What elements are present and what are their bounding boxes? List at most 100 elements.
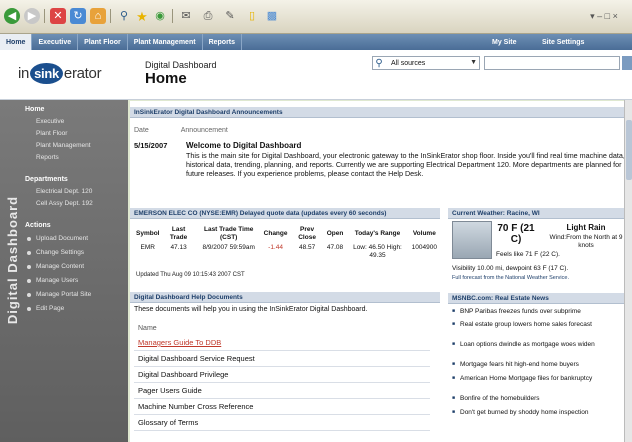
logo-text-pre: in: [18, 65, 30, 82]
site-settings-link[interactable]: Site Settings: [542, 34, 584, 50]
search-scope-value: All sources: [391, 59, 426, 67]
sidebar-group-home[interactable]: Home: [25, 106, 44, 113]
weather-temperature: 70 F (21 C): [497, 223, 535, 245]
table-cell: 47.08: [326, 244, 344, 251]
logo-text-post: erator: [63, 65, 102, 82]
insinkerator-logo[interactable]: in sink erator: [18, 63, 102, 84]
weather-wind: Wind:From the North at 9 knots: [549, 234, 623, 249]
column-header: Volume: [412, 230, 436, 237]
search-scope-select[interactable]: All sources ▼: [372, 56, 480, 70]
table-cell: 8/9/2007 59:59am: [202, 244, 255, 251]
sidebar-item-change-settings[interactable]: Change Settings: [36, 249, 84, 256]
document-link[interactable]: Managers Guide To DDB: [134, 335, 430, 351]
search-icon[interactable]: ⚲: [116, 8, 132, 24]
logo-text-mid: sink: [30, 63, 63, 84]
sidebar: Digital Dashboard Home Executive Plant F…: [0, 100, 128, 442]
weather-header[interactable]: Current Weather: Racine, WI: [448, 208, 626, 219]
news-link[interactable]: Loan options dwindle as mortgage woes wi…: [452, 341, 630, 349]
bullet-icon: [27, 279, 31, 283]
window-controls[interactable]: ▾ – □ ×: [580, 8, 628, 24]
sidebar-item-executive[interactable]: Executive: [36, 118, 64, 125]
sidebar-group-departments[interactable]: Departments: [25, 176, 68, 183]
my-site-link[interactable]: My Site: [492, 34, 517, 50]
folder-icon[interactable]: ▯: [244, 8, 260, 24]
messenger-icon[interactable]: ▩: [264, 8, 280, 24]
nav-tab-plant-management[interactable]: Plant Management: [128, 34, 203, 50]
search-input[interactable]: [484, 56, 620, 70]
page-header: in sink erator Digital Dashboard Home All …: [0, 50, 632, 100]
magnifier-icon: ⚲: [375, 57, 383, 69]
nav-tab-home[interactable]: Home: [0, 34, 33, 50]
chevron-down-icon: ▼: [470, 59, 477, 66]
sidebar-vertical-title: Digital Dashboard: [5, 195, 20, 325]
nav-tab-plant-floor[interactable]: Plant Floor: [78, 34, 128, 50]
bullet-icon: [27, 293, 31, 297]
sidebar-item-upload-document[interactable]: Upload Document: [36, 235, 88, 242]
mail-icon[interactable]: ✉: [178, 8, 194, 24]
weather-source-link[interactable]: Full forecast from the National Weather …: [452, 275, 569, 281]
home-icon[interactable]: ⌂: [90, 8, 106, 24]
weather-condition: Light Rain: [566, 223, 606, 232]
stock-quote-header[interactable]: EMERSON ELEC CO (NYSE:EMR) Delayed quote…: [130, 208, 440, 219]
help-documents-description: These documents will help you in using t…: [134, 306, 368, 313]
sidebar-item-plant-management[interactable]: Plant Management: [36, 142, 91, 149]
document-link[interactable]: Digital Dashboard Privilege: [134, 367, 430, 383]
sidebar-item-electrical-dept[interactable]: Electrical Dept. 120: [36, 188, 92, 195]
toolbar-divider: [172, 9, 173, 23]
refresh-icon[interactable]: ↻: [70, 8, 86, 24]
quote-updated-time: Updated Thu Aug 09 10:15:43 2007 CST: [136, 272, 245, 278]
forward-icon[interactable]: ▶: [24, 8, 40, 24]
sidebar-item-manage-content[interactable]: Manage Content: [36, 263, 84, 270]
announcement-title[interactable]: Welcome to Digital Dashboard: [186, 141, 301, 150]
sidebar-group-actions: Actions: [25, 222, 51, 229]
sidebar-item-plant-floor[interactable]: Plant Floor: [36, 130, 67, 137]
document-link[interactable]: Pager Users Guide: [134, 383, 430, 399]
column-header: Last Trade Time (CST): [203, 226, 254, 241]
document-link[interactable]: Machine Number Cross Reference: [134, 399, 430, 415]
column-announcement: Announcement: [180, 127, 228, 134]
stop-icon[interactable]: ✕: [50, 8, 66, 24]
scrollbar-thumb[interactable]: [626, 120, 632, 180]
print-icon[interactable]: ⎙: [200, 8, 216, 24]
sidebar-item-cell-assy-dept[interactable]: Cell Assy Dept. 192: [36, 200, 93, 207]
bullet-icon: [27, 265, 31, 269]
sidebar-item-manage-users[interactable]: Manage Users: [36, 277, 78, 284]
vertical-scrollbar[interactable]: [624, 100, 632, 442]
news-link[interactable]: Bonfire of the homebuilders: [452, 395, 630, 403]
column-header: Change: [263, 230, 288, 237]
nav-tab-reports[interactable]: Reports: [203, 34, 243, 50]
column-header: Open: [326, 230, 344, 237]
news-link[interactable]: Real estate group lowers home sales fore…: [452, 321, 630, 329]
column-name: Name: [138, 325, 157, 332]
table-cell: 1004900: [411, 244, 437, 251]
news-header[interactable]: MSNBC.com: Real Estate News: [448, 293, 626, 304]
help-documents-header[interactable]: Digital Dashboard Help Documents: [130, 292, 440, 303]
announcements-header[interactable]: InSinkErator Digital Dashboard Announcem…: [130, 107, 624, 118]
toolbar-divider: [44, 9, 45, 23]
news-link[interactable]: American Home Mortgage files for bankrup…: [452, 375, 630, 383]
search-go-button[interactable]: [622, 56, 632, 70]
announcements-columns: Date Announcement: [134, 127, 228, 134]
table-header-row: Symbol Last Trade Last Trade Time (CST) …: [134, 225, 439, 243]
news-link[interactable]: BNP Paribas freezes funds over subprime: [452, 308, 630, 316]
column-header: Prev Close: [298, 226, 316, 241]
favorites-icon[interactable]: ★: [134, 8, 150, 24]
sidebar-item-reports[interactable]: Reports: [36, 154, 59, 161]
edit-icon[interactable]: ✎: [222, 8, 238, 24]
document-link[interactable]: Digital Dashboard Service Request: [134, 351, 430, 367]
weather-photo: [452, 221, 492, 259]
back-icon[interactable]: ◀: [4, 8, 20, 24]
change-value: -1.44: [268, 244, 283, 251]
table-cell: 48.57: [298, 244, 316, 251]
site-subtitle: Digital Dashboard: [145, 60, 217, 70]
news-link[interactable]: Mortgage fears hit high-end home buyers: [452, 361, 630, 369]
column-date: Date: [134, 127, 149, 134]
history-icon[interactable]: ◉: [152, 8, 168, 24]
news-link[interactable]: Don't get burned by shoddy home inspecti…: [452, 409, 630, 417]
weather-feels-like: Feels like 71 F (22 C).: [496, 251, 560, 258]
sidebar-item-manage-portal-site[interactable]: Manage Portal Site: [36, 291, 91, 298]
nav-tab-executive[interactable]: Executive: [32, 34, 79, 50]
sidebar-item-edit-page[interactable]: Edit Page: [36, 305, 64, 312]
table-cell: EMR: [140, 244, 155, 251]
document-link[interactable]: Glossary of Terms: [134, 415, 430, 431]
